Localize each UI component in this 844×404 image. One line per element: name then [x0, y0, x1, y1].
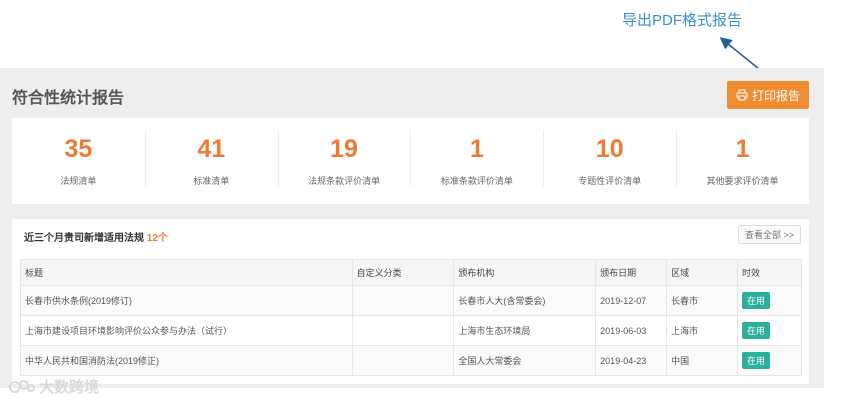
- watermark-text: 大数跨境: [39, 379, 100, 396]
- cell-category: [351, 315, 455, 346]
- callout-label: 导出PDF格式报告: [622, 12, 743, 29]
- cell-category: [351, 285, 455, 316]
- cell-date: 2019-04-23: [595, 345, 668, 376]
- status-badge: 在用: [742, 292, 771, 309]
- stat-label: 专题性评价清单: [578, 176, 642, 186]
- stat-label: 标准条款评价清单: [440, 176, 513, 186]
- column-header[interactable]: 颁布日期: [595, 259, 668, 286]
- cell-region: 上海市: [666, 315, 739, 346]
- cell-status: 在用: [737, 315, 802, 346]
- cell-title[interactable]: 上海市建设项目环境影响评价公众参与办法（试行）: [20, 315, 353, 346]
- cell-issuer: 上海市生态环境局: [453, 315, 597, 346]
- laws-table: 标题 自定义分类 颁布机构 颁布日期 区域 时效 长春市供水条例(2019修订)…: [20, 259, 802, 376]
- stat-value: 1: [469, 135, 484, 163]
- new-laws-section: 近三个月贵司新增适用法规 12个 查看全部 >> 标题 自定义分类 颁布机构 颁…: [12, 219, 809, 384]
- column-header[interactable]: 标题: [20, 259, 353, 286]
- print-report-button[interactable]: 打印报告: [727, 81, 809, 109]
- cell-issuer: 全国人大常委会: [453, 345, 597, 376]
- table-row[interactable]: 上海市建设项目环境影响评价公众参与办法（试行） 上海市生态环境局 2019-06…: [20, 315, 802, 346]
- table-row[interactable]: 长春市供水条例(2019修订) 长春市人大(含常委会) 2019-12-07 长…: [20, 285, 802, 316]
- stat-card[interactable]: 19 法规条款评价清单: [277, 118, 411, 204]
- cell-status: 在用: [737, 345, 802, 376]
- cell-region: 长春市: [666, 285, 739, 316]
- cell-title[interactable]: 中华人民共和国消防法(2019修正): [20, 345, 353, 376]
- cell-issuer: 长春市人大(含常委会): [453, 285, 597, 316]
- column-header[interactable]: 颁布机构: [453, 259, 597, 286]
- stats-summary: 35 法规清单 41 标准清单 19 法规条款评价清单 1 标准条款评价清单 1…: [12, 118, 809, 204]
- stat-value: 19: [330, 135, 358, 163]
- screen: 导出PDF格式报告 符合性统计报告 打印报告 35 法规清单 41 标准清单 1…: [0, 0, 844, 404]
- cell-date: 2019-06-03: [595, 315, 668, 346]
- status-badge: 在用: [742, 322, 771, 339]
- status-badge: 在用: [742, 352, 771, 369]
- watermark-logo-icon: [9, 379, 35, 393]
- watermark: 大数跨境: [9, 376, 99, 397]
- stat-value: 35: [64, 135, 93, 163]
- section-heading-text: 近三个月贵司新增适用法规: [24, 233, 144, 244]
- stat-value: 10: [595, 135, 624, 163]
- column-header[interactable]: 区域: [666, 259, 739, 286]
- cell-date: 2019-12-07: [595, 285, 668, 316]
- cell-category: [351, 345, 455, 376]
- stat-label: 法规清单: [60, 176, 97, 186]
- column-header[interactable]: 时效: [737, 259, 802, 286]
- cell-title[interactable]: 长春市供水条例(2019修订): [20, 285, 353, 316]
- new-laws-count: 12个: [146, 233, 168, 244]
- table-header-row: 标题 自定义分类 颁布机构 颁布日期 区域 时效: [20, 259, 802, 286]
- print-report-label: 打印报告: [751, 88, 800, 103]
- view-all-button[interactable]: 查看全部 >>: [738, 225, 801, 244]
- table-row[interactable]: 中华人民共和国消防法(2019修正) 全国人大常委会 2019-04-23 中国…: [20, 345, 802, 376]
- page-title: 符合性统计报告: [12, 90, 125, 107]
- stat-card[interactable]: 41 标准清单: [144, 118, 278, 204]
- stat-value: 41: [197, 135, 226, 163]
- cell-region: 中国: [666, 345, 739, 376]
- stat-card[interactable]: 10 专题性评价清单: [543, 118, 676, 204]
- stat-card[interactable]: 1 其他要求评价清单: [676, 118, 809, 204]
- section-heading: 近三个月贵司新增适用法规 12个: [24, 229, 168, 244]
- stat-card[interactable]: 1 标准条款评价清单: [410, 118, 543, 204]
- column-header[interactable]: 自定义分类: [351, 259, 455, 286]
- stat-label: 标准清单: [193, 176, 230, 186]
- stat-label: 其他要求评价清单: [706, 176, 779, 186]
- stat-card[interactable]: 35 法规清单: [12, 118, 145, 204]
- stat-label: 法规条款评价清单: [308, 176, 381, 186]
- printer-icon: [736, 89, 748, 101]
- stat-value: 1: [735, 135, 750, 163]
- cell-status: 在用: [737, 285, 802, 316]
